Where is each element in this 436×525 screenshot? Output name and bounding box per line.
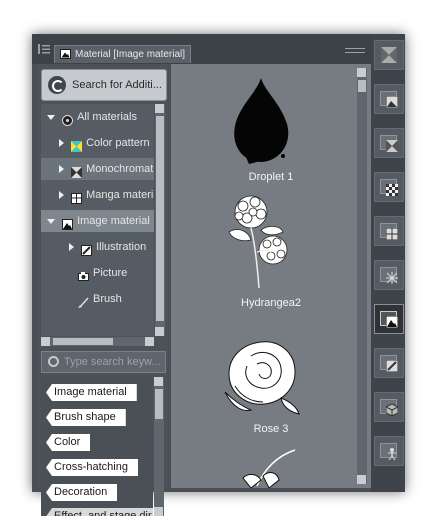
tag-list-scrollbar[interactable]: [154, 377, 164, 516]
expand-arrow-icon[interactable]: [59, 191, 64, 200]
camera-icon: [78, 268, 89, 281]
tree-item-label: Image material: [77, 215, 150, 227]
tree-scroll-thumb[interactable]: [156, 116, 164, 321]
scroll-down-icon[interactable]: [357, 475, 366, 484]
tree-item-label: Illustration: [96, 241, 147, 253]
color-pattern-icon: [71, 138, 83, 152]
tag-effect-stage-dir[interactable]: Effect, and stage dir: [46, 508, 153, 516]
image-material-icon[interactable]: [374, 304, 404, 334]
illustration-folder-icon[interactable]: [374, 348, 404, 378]
tree-item-image-material[interactable]: Image material: [41, 210, 154, 232]
tree-item-label: Brush: [93, 293, 122, 305]
partial-material-thumbnail: [242, 449, 296, 488]
tag-list: Image material Brush shape Color Cross-h…: [41, 377, 153, 516]
tree-item-label: Monochromatic: [86, 163, 154, 175]
3d-folder-icon[interactable]: [374, 392, 404, 422]
tree-horizontal-scrollbar[interactable]: [41, 337, 154, 346]
tree-hscroll-thumb[interactable]: [53, 338, 113, 345]
brush-icon: [78, 294, 89, 308]
figure-folder-icon[interactable]: [374, 436, 404, 466]
image-folder-icon[interactable]: [374, 84, 404, 114]
tree-vertical-scrollbar[interactable]: [155, 104, 165, 336]
search-icon: [48, 355, 59, 367]
scroll-down-icon[interactable]: [154, 507, 163, 516]
tree-item-brush[interactable]: Brush: [41, 288, 154, 310]
hydrangea-thumbnail: [228, 195, 288, 289]
material-panel: Material [Image material] Search for Add…: [32, 34, 405, 516]
tag-image-material[interactable]: Image material: [46, 384, 137, 401]
disc-icon: [62, 112, 74, 126]
material-thumbnail-list: Droplet 1 Hydrangea2 Rose 3: [171, 64, 371, 488]
search-additional-materials-button[interactable]: Search for Additi...: [41, 69, 167, 101]
scroll-left-icon[interactable]: [41, 337, 50, 346]
collapse-arrow-icon[interactable]: [47, 218, 55, 224]
scroll-up-icon[interactable]: [155, 104, 164, 113]
material-list-scrollbar[interactable]: [357, 68, 367, 484]
tree-item-label: All materials: [77, 111, 137, 123]
expand-arrow-icon[interactable]: [59, 165, 64, 174]
pattern-folder-icon[interactable]: [374, 128, 404, 158]
material-tree-pane: Search for Additi... All materials Color…: [38, 64, 168, 516]
panel-title-bar: Material [Image material]: [32, 34, 371, 64]
tag-scroll-thumb[interactable]: [155, 389, 163, 419]
panel-options-icon[interactable]: [345, 48, 365, 53]
expand-arrow-icon[interactable]: [69, 243, 74, 252]
tree-item-all-materials[interactable]: All materials: [41, 106, 154, 128]
collapse-arrow-icon[interactable]: [47, 114, 55, 120]
scroll-up-icon[interactable]: [154, 377, 163, 386]
illustration-icon: [81, 242, 93, 256]
tree-item-label: Picture: [93, 267, 128, 279]
tree-item-illustration[interactable]: Illustration: [41, 236, 154, 258]
tag-color[interactable]: Color: [46, 434, 91, 451]
manga-folder-icon[interactable]: [374, 216, 404, 246]
droplet-thumbnail: [234, 78, 289, 164]
tree-item-picture[interactable]: Picture: [41, 262, 154, 284]
material-name: Droplet 1: [248, 171, 294, 183]
tree-item-label: Color pattern: [86, 137, 150, 149]
material-name: Hydrangea2: [241, 297, 301, 309]
scroll-down-icon[interactable]: [155, 327, 164, 336]
tone-folder-icon[interactable]: [374, 172, 404, 202]
tag-cross-hatching[interactable]: Cross-hatching: [46, 459, 138, 476]
material-scroll-thumb[interactable]: [358, 80, 366, 92]
tab-label: Material [Image material]: [75, 49, 186, 60]
tag-search-input[interactable]: Type search keyw...: [41, 351, 166, 373]
tree-item-monochromatic[interactable]: Monochromatic: [41, 158, 154, 180]
expand-arrow-icon[interactable]: [59, 139, 64, 148]
tree-item-color-pattern[interactable]: Color pattern: [41, 132, 154, 154]
monochromatic-icon: [71, 164, 83, 178]
material-tree: All materials Color pattern Monochromati…: [41, 104, 154, 336]
panel-menu-icon[interactable]: [38, 44, 50, 54]
material-name: Rose 3: [253, 423, 289, 435]
manga-material-icon: [71, 190, 83, 204]
tree-item-label: Manga material: [86, 189, 154, 201]
image-material-icon: [62, 216, 74, 230]
monochromatic-material-icon[interactable]: [374, 40, 404, 70]
image-material-icon: [60, 49, 71, 60]
scroll-right-icon[interactable]: [145, 337, 154, 346]
effect-folder-icon[interactable]: [374, 260, 404, 290]
tag-brush-shape[interactable]: Brush shape: [46, 409, 126, 426]
tree-item-manga-material[interactable]: Manga material: [41, 184, 154, 206]
material-category-toolbar: [371, 34, 405, 492]
search-button-label: Search for Additi...: [72, 79, 162, 91]
scroll-up-icon[interactable]: [357, 68, 366, 77]
tab-image-material[interactable]: Material [Image material]: [54, 45, 191, 63]
rose-thumbnail: [224, 341, 300, 415]
tag-search-placeholder: Type search keyw...: [64, 356, 161, 368]
tag-decoration[interactable]: Decoration: [46, 484, 118, 501]
assets-search-icon: [48, 76, 66, 95]
